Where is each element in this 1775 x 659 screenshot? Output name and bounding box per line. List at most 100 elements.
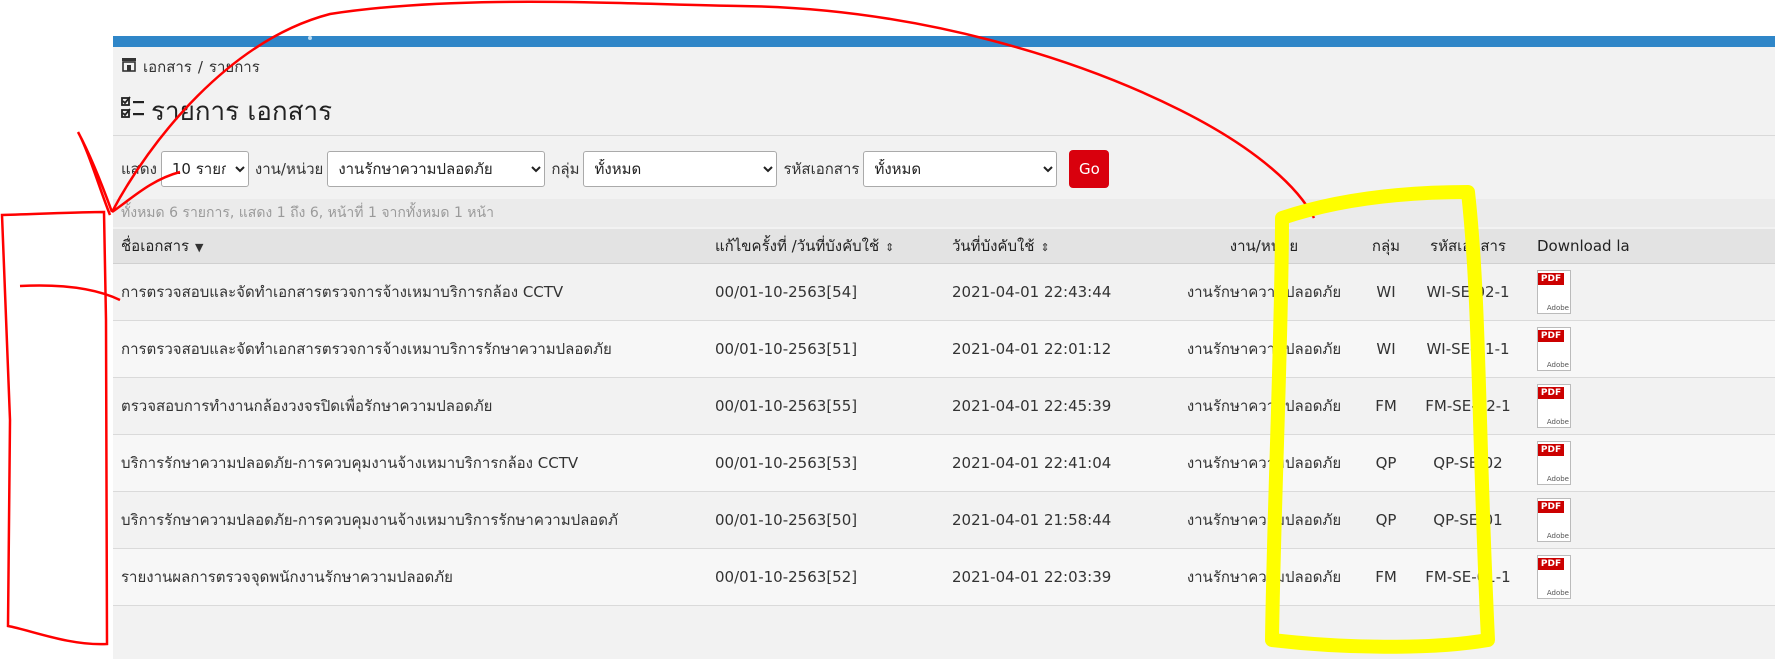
unit-select[interactable]: งานรักษาความปลอดภัย [327,151,546,187]
group: QP [1355,491,1417,549]
breadcrumb-current: รายการ [208,58,260,76]
filter-bar: แสดง 10 รายการ งาน/หน่วย งานรักษาความปลอ… [121,150,1110,188]
group-select[interactable]: ทั้งหมด [583,151,778,187]
header-document-code: รหัสเอกสาร [1417,229,1519,264]
unit: งานรักษาความปลอดภัย [1173,434,1355,492]
header-revision-label: แก้ไขครั้งที่ /วันที่บังคับใช้ [715,237,880,255]
header-document-name[interactable]: ชื่อเอกสาร ▼ [113,229,714,264]
revision: 00/01-10-2563[51] [714,320,951,378]
header-divider [113,135,1775,136]
pdf-download-icon[interactable]: PDF Adobe [1537,384,1571,428]
effective-date: 2021-04-01 22:45:39 [951,377,1173,435]
sort-desc-icon[interactable]: ▼ [195,241,203,254]
show-label: แสดง [121,160,157,178]
document-code: QP-SE-01 [1417,491,1519,549]
document-code: WI-SE-02-1 [1417,263,1519,321]
group: FM [1355,548,1417,606]
revision: 00/01-10-2563[55] [714,377,951,435]
result-summary: ทั้งหมด 6 รายการ, แสดง 1 ถึง 6, หน้าที่ … [113,199,1775,227]
table-row: การตรวจสอบและจัดทำเอกสารตรวจการจ้างเหมาบ… [113,263,1775,321]
download-cell: PDF Adobe [1519,320,1775,378]
document-list-page: เอกสาร / รายการ รายการ เอกสาร แสดง 10 รา… [113,47,1775,659]
annotation-red-tick [76,131,114,216]
table-row: รายงานผลการตรวจจุดพนักงานรักษาความปลอดภั… [113,548,1775,606]
document-name: รายงานผลการตรวจจุดพนักงานรักษาความปลอดภั… [113,548,714,606]
adobe-mark: Adobe [1546,532,1569,540]
table-header-row: ชื่อเอกสาร ▼ แก้ไขครั้งที่ /วันที่บังคับใ… [113,229,1775,264]
documents-table: ชื่อเอกสาร ▼ แก้ไขครั้งที่ /วันที่บังคับใ… [113,229,1775,606]
page-title-text: รายการ เอกสาร [151,97,333,127]
unit: งานรักษาความปลอดภัย [1173,320,1355,378]
pdf-download-icon[interactable]: PDF Adobe [1537,327,1571,371]
go-button[interactable]: Go [1069,150,1110,188]
unit: งานรักษาความปลอดภัย [1173,491,1355,549]
revision: 00/01-10-2563[50] [714,491,951,549]
table-row: บริการรักษาความปลอดภัย-การควบคุมงานจ้างเ… [113,491,1775,549]
download-cell: PDF Adobe [1519,491,1775,549]
topbar-dot [308,36,312,40]
group: WI [1355,263,1417,321]
sort-both-icon[interactable]: ⇕ [1040,241,1049,254]
header-revision[interactable]: แก้ไขครั้งที่ /วันที่บังคับใช้ ⇕ [714,229,951,264]
page-size-select[interactable]: 10 รายการ [160,151,249,187]
header-unit: งาน/หน่วย [1173,229,1355,264]
table-row: การตรวจสอบและจัดทำเอกสารตรวจการจ้างเหมาบ… [113,320,1775,378]
group: QP [1355,434,1417,492]
code-select[interactable]: ทั้งหมด [863,151,1058,187]
document-code: QP-SE-02 [1417,434,1519,492]
annotation-red-pointer [19,284,121,302]
group-label: กลุ่ม [551,160,580,178]
document-name: ตรวจสอบการทำงานกล้องวงจรปิดเพื่อรักษาควา… [113,377,714,435]
pdf-tag: PDF [1538,387,1564,399]
table-row: บริการรักษาความปลอดภัย-การควบคุมงานจ้างเ… [113,434,1775,492]
revision: 00/01-10-2563[53] [714,434,951,492]
document-code: WI-SE-01-1 [1417,320,1519,378]
sort-both-icon[interactable]: ⇕ [885,241,894,254]
header-effective-date-label: วันที่บังคับใช้ [952,237,1035,255]
effective-date: 2021-04-01 21:58:44 [951,491,1173,549]
document-name: บริการรักษาความปลอดภัย-การควบคุมงานจ้างเ… [113,491,714,549]
header-group: กลุ่ม [1355,229,1417,264]
pdf-tag: PDF [1538,501,1564,513]
revision: 00/01-10-2563[52] [714,548,951,606]
effective-date: 2021-04-01 22:43:44 [951,263,1173,321]
download-cell: PDF Adobe [1519,377,1775,435]
document-code: FM-SE-01-1 [1417,548,1519,606]
document-code: FM-SE-02-1 [1417,377,1519,435]
effective-date: 2021-04-01 22:01:12 [951,320,1173,378]
top-navigation-bar [113,36,1775,47]
pdf-tag: PDF [1538,444,1564,456]
adobe-mark: Adobe [1546,361,1569,369]
annotation-red-box [0,210,109,646]
effective-date: 2021-04-01 22:03:39 [951,548,1173,606]
pdf-download-icon[interactable]: PDF Adobe [1537,498,1571,542]
header-download: Download la [1519,229,1775,264]
group: FM [1355,377,1417,435]
pdf-download-icon[interactable]: PDF Adobe [1537,441,1571,485]
pdf-download-icon[interactable]: PDF Adobe [1537,555,1571,599]
pdf-tag: PDF [1538,330,1564,342]
adobe-mark: Adobe [1546,304,1569,312]
code-label: รหัสเอกสาร [783,160,860,178]
document-name: บริการรักษาความปลอดภัย-การควบคุมงานจ้างเ… [113,434,714,492]
store-icon [121,58,137,76]
unit-label: งาน/หน่วย [254,160,324,178]
breadcrumb-root[interactable]: เอกสาร [143,55,192,79]
breadcrumb: เอกสาร / รายการ [121,55,260,79]
adobe-mark: Adobe [1546,418,1569,426]
header-document-name-label: ชื่อเอกสาร [121,237,190,255]
group: WI [1355,320,1417,378]
header-effective-date[interactable]: วันที่บังคับใช้ ⇕ [951,229,1173,264]
adobe-mark: Adobe [1546,589,1569,597]
pdf-tag: PDF [1538,273,1564,285]
effective-date: 2021-04-01 22:41:04 [951,434,1173,492]
document-name: การตรวจสอบและจัดทำเอกสารตรวจการจ้างเหมาบ… [113,263,714,321]
pdf-download-icon[interactable]: PDF Adobe [1537,270,1571,314]
unit: งานรักษาความปลอดภัย [1173,377,1355,435]
adobe-mark: Adobe [1546,475,1569,483]
pdf-tag: PDF [1538,558,1564,570]
page-title: รายการ เอกสาร [121,91,332,132]
checklist-icon [121,96,145,127]
revision: 00/01-10-2563[54] [714,263,951,321]
document-name: การตรวจสอบและจัดทำเอกสารตรวจการจ้างเหมาบ… [113,320,714,378]
